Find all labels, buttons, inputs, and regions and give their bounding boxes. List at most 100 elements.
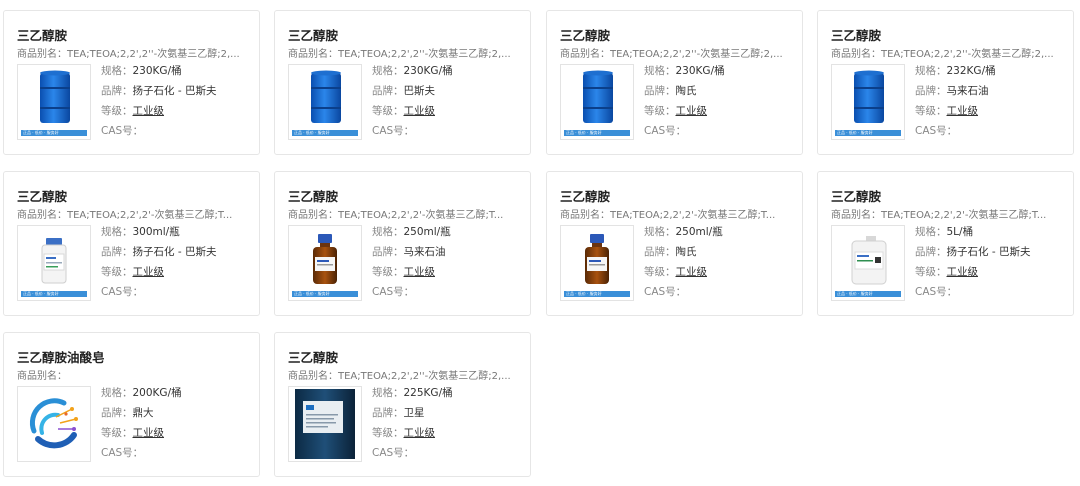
product-image[interactable]: 正品 · 低价 · 服务好	[560, 64, 634, 140]
cas-row: CAS号：	[101, 286, 144, 298]
blue-drum-icon	[832, 65, 904, 139]
product-image[interactable]: 正品 · 低价 · 服务好	[288, 64, 362, 140]
product-specs: 规格：200KG/桶 品牌：鼎大 等级：工业级 CAS号：	[101, 386, 182, 466]
product-specs: 规格：230KG/桶 品牌：陶氏 等级：工业级 CAS号：	[644, 64, 725, 144]
product-card[interactable]: 三乙醇胺油酸皂 商品别名： 规格：200KG/桶 品牌：鼎大 等级：工业级 CA…	[3, 332, 260, 477]
grade-link[interactable]: 工业级	[404, 427, 436, 439]
product-name[interactable]: 三乙醇胺	[560, 186, 610, 205]
product-alias: 商品别名：TEA;TEOA;2,2',2'-次氨基三乙醇;T...	[288, 210, 504, 221]
product-name[interactable]: 三乙醇胺	[288, 25, 338, 44]
cas-row: CAS号：	[372, 125, 415, 137]
image-banner: 正品 · 低价 · 服务好	[292, 291, 358, 297]
product-specs: 规格：300ml/瓶 品牌：扬子石化 - 巴斯夫 等级：工业级 CAS号：	[101, 225, 216, 305]
brand-row: 品牌：扬子石化 - 巴斯夫	[101, 246, 217, 258]
product-specs: 规格：5L/桶 品牌：扬子石化 - 巴斯夫 等级：工业级 CAS号：	[915, 225, 1030, 305]
spec-row: 规格：300ml/瓶	[101, 226, 180, 238]
brand-row: 品牌：卫星	[372, 407, 425, 419]
cas-row: CAS号：	[372, 286, 415, 298]
product-card[interactable]: 三乙醇胺 商品别名：TEA;TEOA;2,2',2''-次氨基三乙醇;2,...…	[3, 10, 260, 155]
product-alias: 商品别名：TEA;TEOA;2,2',2''-次氨基三乙醇;2,...	[17, 49, 240, 60]
image-banner: 正品 · 低价 · 服务好	[835, 130, 901, 136]
product-alias: 商品别名：TEA;TEOA;2,2',2'-次氨基三乙醇;T...	[831, 210, 1047, 221]
grade-link[interactable]: 工业级	[676, 266, 708, 278]
product-name[interactable]: 三乙醇胺	[560, 25, 610, 44]
product-image[interactable]: 正品 · 低价 · 服务好	[288, 225, 362, 301]
cas-row: CAS号：	[644, 125, 687, 137]
product-specs: 规格：250ml/瓶 品牌：陶氏 等级：工业级 CAS号：	[644, 225, 723, 305]
grade-row: 等级：工业级	[101, 105, 165, 117]
product-image[interactable]: 正品 · 低价 · 服务好	[17, 64, 91, 140]
grade-link[interactable]: 工业级	[404, 105, 436, 117]
product-card[interactable]: 三乙醇胺 商品别名：TEA;TEOA;2,2',2''-次氨基三乙醇;2,...…	[546, 10, 803, 155]
circuit-logo-icon	[18, 387, 90, 461]
cas-row: CAS号：	[101, 447, 144, 459]
product-card[interactable]: 三乙醇胺 商品别名：TEA;TEOA;2,2',2''-次氨基三乙醇;2,...…	[817, 10, 1074, 155]
product-image[interactable]: 正品 · 低价 · 服务好	[560, 225, 634, 301]
product-alias: 商品别名：TEA;TEOA;2,2',2''-次氨基三乙醇;2,...	[560, 49, 783, 60]
brand-row: 品牌：扬子石化 - 巴斯夫	[101, 85, 217, 97]
amber-bottle-icon	[561, 226, 633, 300]
grade-link[interactable]: 工业级	[133, 427, 165, 439]
product-image[interactable]: 正品 · 低价 · 服务好	[831, 64, 905, 140]
grade-row: 等级：工业级	[915, 266, 979, 278]
brand-row: 品牌：马来石油	[915, 85, 989, 97]
grade-row: 等级：工业级	[915, 105, 979, 117]
grade-link[interactable]: 工业级	[404, 266, 436, 278]
image-banner: 正品 · 低价 · 服务好	[564, 291, 630, 297]
product-name[interactable]: 三乙醇胺	[17, 186, 67, 205]
cas-row: CAS号：	[915, 286, 958, 298]
product-alias: 商品别名：TEA;TEOA;2,2',2''-次氨基三乙醇;2,...	[831, 49, 1054, 60]
product-specs: 规格：250ml/瓶 品牌：马来石油 等级：工业级 CAS号：	[372, 225, 451, 305]
spec-row: 规格：232KG/桶	[915, 65, 996, 77]
spec-row: 规格：230KG/桶	[644, 65, 725, 77]
product-specs: 规格：225KG/桶 品牌：卫星 等级：工业级 CAS号：	[372, 386, 453, 466]
product-alias: 商品别名：TEA;TEOA;2,2',2''-次氨基三乙醇;2,...	[288, 49, 511, 60]
product-image[interactable]: 正品 · 低价 · 服务好	[831, 225, 905, 301]
product-name[interactable]: 三乙醇胺	[831, 25, 881, 44]
product-card[interactable]: 三乙醇胺 商品别名：TEA;TEOA;2,2',2''-次氨基三乙醇;2,...…	[274, 10, 531, 155]
grade-row: 等级：工业级	[644, 105, 708, 117]
product-alias: 商品别名：TEA;TEOA;2,2',2'-次氨基三乙醇;T...	[17, 210, 233, 221]
spec-row: 规格：250ml/瓶	[644, 226, 723, 238]
cas-row: CAS号：	[372, 447, 415, 459]
product-alias: 商品别名：TEA;TEOA;2,2',2''-次氨基三乙醇;2,...	[288, 371, 511, 382]
grade-row: 等级：工业级	[101, 427, 165, 439]
brand-row: 品牌：扬子石化 - 巴斯夫	[915, 246, 1031, 258]
product-name[interactable]: 三乙醇胺油酸皂	[17, 347, 105, 366]
white-jerrycan-icon	[832, 226, 904, 300]
amber-bottle-icon	[289, 226, 361, 300]
brand-row: 品牌：马来石油	[372, 246, 446, 258]
spec-row: 规格：230KG/桶	[372, 65, 453, 77]
product-card[interactable]: 三乙醇胺 商品别名：TEA;TEOA;2,2',2'-次氨基三乙醇;T... 正…	[3, 171, 260, 316]
spec-row: 规格：225KG/桶	[372, 387, 453, 399]
product-image[interactable]	[17, 386, 91, 462]
product-image[interactable]: 正品 · 低价 · 服务好	[17, 225, 91, 301]
spec-row: 规格：200KG/桶	[101, 387, 182, 399]
product-alias: 商品别名：TEA;TEOA;2,2',2'-次氨基三乙醇;T...	[560, 210, 776, 221]
grade-row: 等级：工业级	[101, 266, 165, 278]
grade-link[interactable]: 工业级	[947, 105, 979, 117]
blue-drum-icon	[289, 65, 361, 139]
grade-link[interactable]: 工业级	[133, 105, 165, 117]
white-bottle-icon	[18, 226, 90, 300]
product-name[interactable]: 三乙醇胺	[288, 186, 338, 205]
brand-row: 品牌：陶氏	[644, 246, 697, 258]
image-banner: 正品 · 低价 · 服务好	[292, 130, 358, 136]
grade-link[interactable]: 工业级	[676, 105, 708, 117]
product-name[interactable]: 三乙醇胺	[831, 186, 881, 205]
product-card[interactable]: 三乙醇胺 商品别名：TEA;TEOA;2,2',2'-次氨基三乙醇;T... 正…	[274, 171, 531, 316]
product-name[interactable]: 三乙醇胺	[288, 347, 338, 366]
product-card[interactable]: 三乙醇胺 商品别名：TEA;TEOA;2,2',2'-次氨基三乙醇;T... 正…	[546, 171, 803, 316]
image-banner: 正品 · 低价 · 服务好	[21, 130, 87, 136]
cas-row: CAS号：	[644, 286, 687, 298]
product-card[interactable]: 三乙醇胺 商品别名：TEA;TEOA;2,2',2''-次氨基三乙醇;2,...…	[274, 332, 531, 477]
product-image[interactable]	[288, 386, 362, 462]
dark-drum-photo-icon	[289, 387, 361, 461]
image-banner: 正品 · 低价 · 服务好	[564, 130, 630, 136]
product-card[interactable]: 三乙醇胺 商品别名：TEA;TEOA;2,2',2'-次氨基三乙醇;T... 正…	[817, 171, 1074, 316]
grade-row: 等级：工业级	[372, 266, 436, 278]
grade-link[interactable]: 工业级	[133, 266, 165, 278]
grade-row: 等级：工业级	[372, 427, 436, 439]
grade-link[interactable]: 工业级	[947, 266, 979, 278]
product-name[interactable]: 三乙醇胺	[17, 25, 67, 44]
